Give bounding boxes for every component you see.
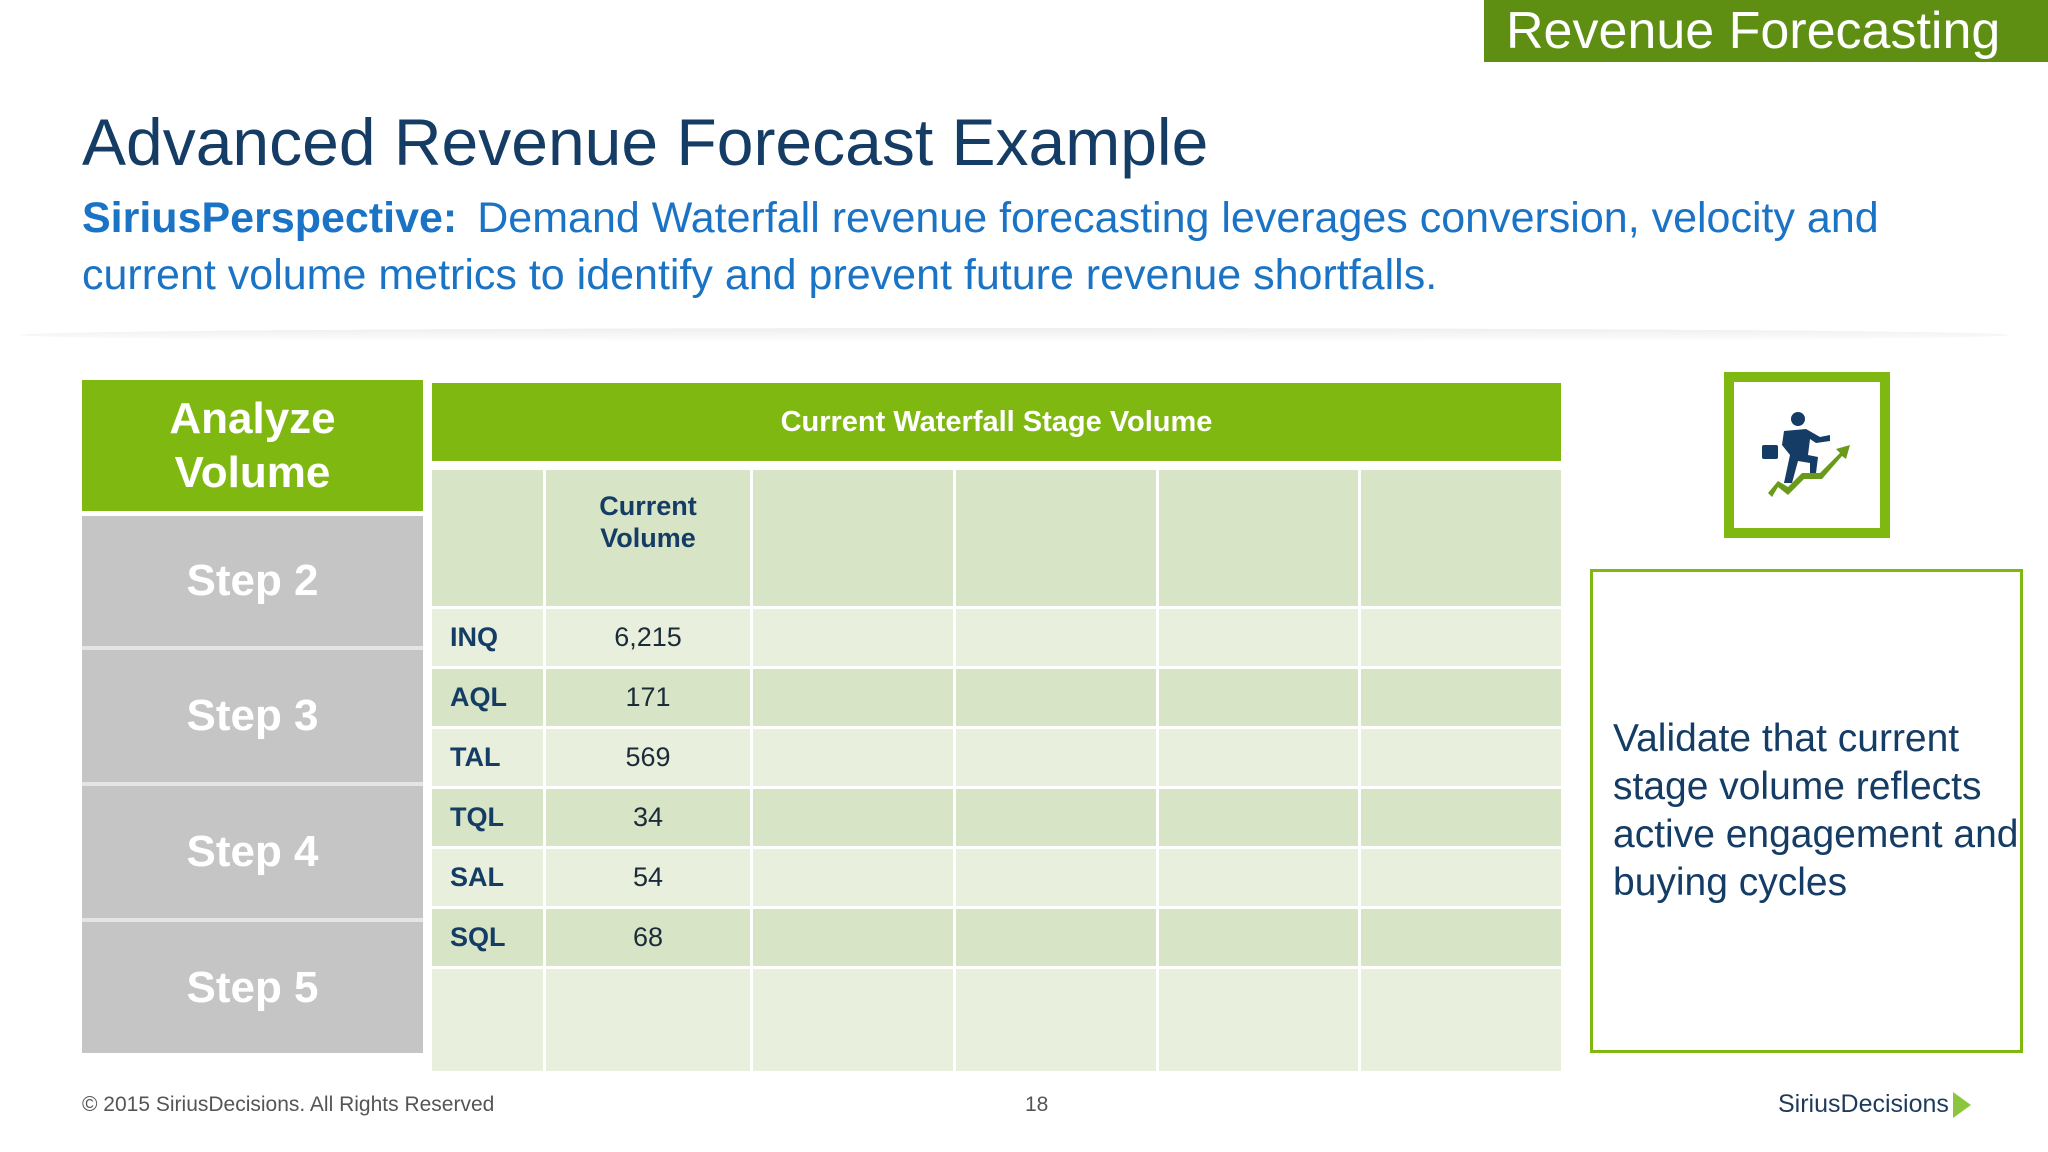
section-banner: Revenue Forecasting — [1484, 0, 2048, 62]
step-3: Step 3 — [82, 650, 423, 786]
siriusdecisions-logo: SiriusDecisions — [1778, 1090, 1971, 1119]
stage: TQL — [432, 789, 543, 846]
step-2: Step 2 — [82, 516, 423, 650]
table-row: AQL 171 — [432, 669, 1561, 726]
table-row: SQL 68 — [432, 909, 1561, 966]
logo-text: SiriusDecisions — [1778, 1090, 1949, 1118]
header-label: Current Volume — [599, 491, 697, 553]
stage: AQL — [432, 669, 543, 726]
slide-title: Advanced Revenue Forecast Example — [82, 105, 1209, 179]
header-empty — [432, 470, 543, 606]
stage: SAL — [432, 849, 543, 906]
waterfall-table: Current Waterfall Stage Volume Current V… — [432, 383, 1561, 1074]
table-row: SAL 54 — [432, 849, 1561, 906]
stage: SQL — [432, 909, 543, 966]
table-row: TAL 569 — [432, 729, 1561, 786]
volume: 171 — [546, 669, 750, 726]
volume: 6,215 — [546, 609, 750, 666]
header-current-volume: Current Volume — [546, 470, 750, 606]
step-4: Step 4 — [82, 786, 423, 922]
table-row: TQL 34 — [432, 789, 1561, 846]
stage: INQ — [432, 609, 543, 666]
table-row: INQ 6,215 — [432, 609, 1561, 666]
businessman-growth-icon — [1724, 372, 1890, 538]
volume: 569 — [546, 729, 750, 786]
callout-note: Validate that current stage volume refle… — [1590, 569, 2023, 1053]
subtitle: SiriusPerspective: Demand Waterfall reven… — [82, 190, 1982, 304]
table-title: Current Waterfall Stage Volume — [432, 383, 1561, 461]
volume: 54 — [546, 849, 750, 906]
step-analyze-volume: Analyze Volume — [82, 380, 423, 511]
step-5: Step 5 — [82, 922, 423, 1053]
copyright: © 2015 SiriusDecisions. All Rights Reser… — [82, 1093, 495, 1116]
divider — [20, 328, 2010, 342]
volume: 34 — [546, 789, 750, 846]
step-label: Analyze Volume — [169, 393, 336, 497]
page-number: 18 — [1025, 1093, 1049, 1116]
subtitle-label: SiriusPerspective: — [82, 194, 458, 242]
volume: 68 — [546, 909, 750, 966]
logo-arrow-icon — [1952, 1091, 1971, 1118]
stage: TAL — [432, 729, 543, 786]
